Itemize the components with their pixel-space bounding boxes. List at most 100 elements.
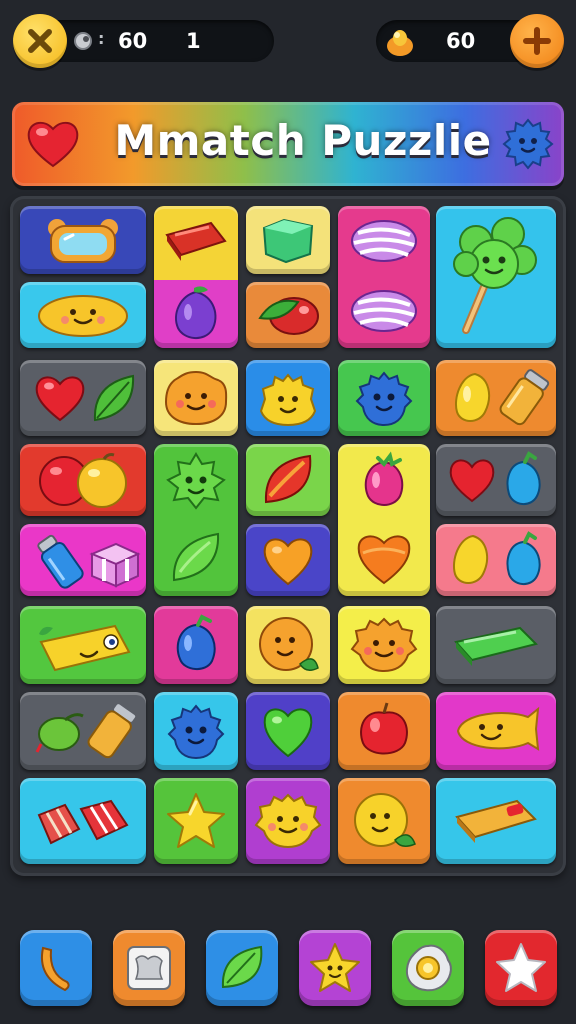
- caramel-bar-icon: [455, 799, 537, 843]
- tile-4[interactable]: [338, 206, 430, 348]
- tile-25[interactable]: [338, 606, 430, 684]
- red-leaf-icon: [264, 454, 312, 504]
- tile-17[interactable]: [338, 444, 430, 596]
- green-leaf-icon: [221, 945, 263, 989]
- olive-icon: [35, 713, 84, 753]
- game-title: Mmatch Puzzlie: [114, 116, 492, 165]
- tile-24[interactable]: [246, 606, 330, 684]
- tile-1[interactable]: [20, 206, 146, 274]
- tile-19[interactable]: [20, 524, 146, 596]
- mirror-frame-icon: [48, 219, 118, 263]
- striped-candy-pieces-icon: [37, 799, 129, 845]
- left-counter-value: 60: [118, 29, 148, 53]
- cheese-face-icon: [39, 624, 131, 672]
- tile-15[interactable]: [154, 444, 238, 596]
- tile-10[interactable]: [154, 360, 238, 436]
- green-leaf-icon: [172, 532, 220, 582]
- blue-berry-icon: [506, 531, 541, 585]
- puzzle-board: [10, 196, 566, 876]
- green-heart-leaf-icon: [263, 708, 313, 758]
- banana-icon: [41, 946, 70, 992]
- orange-heart-icon: [357, 535, 411, 585]
- tile-36[interactable]: [436, 778, 556, 864]
- powerup-button-3[interactable]: [206, 930, 278, 1006]
- tile-34[interactable]: [246, 778, 330, 864]
- blue-berry-icon: [506, 451, 541, 505]
- tile-14[interactable]: [20, 444, 146, 516]
- glue-stick-icon: [499, 369, 550, 426]
- tile-23[interactable]: [154, 606, 238, 684]
- bottom-powerup-bar: [0, 925, 576, 1015]
- honey-pot-icon: [387, 30, 413, 56]
- tile-18[interactable]: [436, 444, 556, 516]
- glue-bottle-icon: [37, 534, 84, 589]
- yellow-smile-fish-icon: [456, 706, 540, 751]
- tile-28[interactable]: [154, 692, 238, 770]
- striped-candy-icon: [351, 220, 417, 262]
- green-gummy-block-icon: [262, 218, 314, 264]
- tile-2[interactable]: [154, 206, 238, 348]
- tile-6[interactable]: [20, 282, 146, 348]
- powerup-button-2[interactable]: [113, 930, 185, 1006]
- left-counter-pill: : 60 1: [38, 20, 274, 62]
- glue-stick-icon: [87, 702, 138, 759]
- blue-face-blob-icon: [355, 371, 413, 427]
- close-icon: [28, 29, 52, 53]
- green-candy-bar-icon: [454, 626, 538, 666]
- left-sub-counter-value: 1: [186, 29, 201, 53]
- orange-heart-icon: [263, 538, 313, 586]
- add-currency-button[interactable]: [510, 14, 564, 68]
- tile-30[interactable]: [338, 692, 430, 770]
- green-red-berry-icon: [258, 297, 319, 335]
- red-apple-icon: [360, 702, 408, 755]
- orange-fluffy-face-icon: [350, 617, 418, 673]
- tile-27[interactable]: [20, 692, 146, 770]
- tile-31[interactable]: [436, 692, 556, 770]
- tile-22[interactable]: [20, 606, 146, 684]
- tile-20[interactable]: [246, 524, 330, 596]
- tile-12[interactable]: [338, 360, 430, 436]
- striped-candy-icon: [351, 290, 417, 332]
- yellow-fluffy-face-icon: [254, 793, 322, 849]
- blue-berry-icon: [176, 614, 216, 670]
- yellow-star-face-icon: [310, 943, 360, 992]
- powerup-button-6[interactable]: [485, 930, 557, 1006]
- tile-5[interactable]: [436, 206, 556, 348]
- heart-icon: [35, 376, 85, 422]
- tile-21[interactable]: [436, 524, 556, 596]
- powerup-button-5[interactable]: [392, 930, 464, 1006]
- title-banner: Mmatch Puzzlie: [12, 102, 564, 186]
- pink-berry-icon: [364, 451, 404, 506]
- tile-9[interactable]: [20, 360, 146, 436]
- purple-plum-icon: [175, 286, 217, 339]
- tile-3[interactable]: [246, 206, 330, 274]
- tile-33[interactable]: [154, 778, 238, 864]
- tile-26[interactable]: [436, 606, 556, 684]
- counter-separator: :: [98, 29, 105, 48]
- tile-8[interactable]: [246, 282, 330, 348]
- right-counter-value: 60: [446, 29, 476, 53]
- yellow-smile-blob-icon: [38, 295, 128, 337]
- yellow-face-with-leaf-icon: [354, 793, 416, 847]
- yellow-face-blob-icon: [259, 373, 317, 427]
- green-smile-blob-icon: [166, 452, 226, 510]
- tile-29[interactable]: [246, 692, 330, 770]
- tile-11[interactable]: [246, 360, 330, 436]
- plus-icon: [523, 27, 551, 55]
- powerup-button-4[interactable]: [299, 930, 371, 1006]
- close-button[interactable]: [13, 14, 67, 68]
- fried-egg-icon: [406, 944, 452, 992]
- red-candy-bar-icon: [165, 221, 227, 261]
- heart-icon: [27, 121, 79, 168]
- tile-13[interactable]: [436, 360, 556, 436]
- napkin-card-icon: [127, 946, 171, 990]
- tile-35[interactable]: [338, 778, 430, 864]
- tile-16[interactable]: [246, 444, 330, 516]
- orange-face-blob-icon: [164, 370, 228, 426]
- powerup-button-1[interactable]: [20, 930, 92, 1006]
- lemon-icon: [455, 372, 491, 422]
- tile-32[interactable]: [20, 778, 146, 864]
- coin-icon: [74, 32, 92, 50]
- blue-fluffy-face-icon: [167, 704, 225, 760]
- blue-fluffy-face-icon: [502, 118, 554, 170]
